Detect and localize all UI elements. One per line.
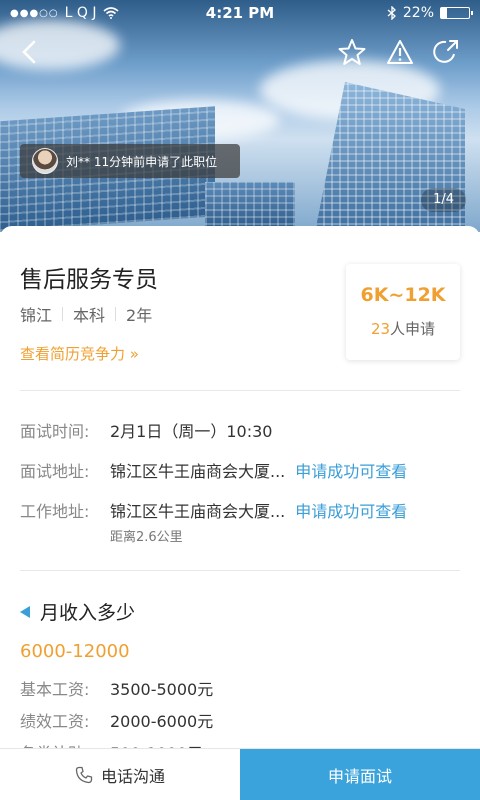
job-experience: 2年	[126, 306, 153, 325]
hero-image[interactable]	[0, 0, 480, 232]
pay-label: 绩效工资:	[20, 712, 90, 731]
job-education: 本科	[73, 306, 106, 325]
income-section-title: 月收入多少	[20, 598, 135, 625]
wifi-icon	[102, 7, 119, 19]
recent-apply-toast: 刘** 11分钟前申请了此职位	[20, 144, 240, 178]
battery-icon	[440, 7, 473, 19]
apply-interview-button[interactable]: 申请面试	[240, 749, 480, 800]
meta-divider	[115, 307, 117, 321]
bluetooth-icon	[387, 6, 396, 20]
distance-text: 距离2.6公里	[110, 530, 183, 545]
salary-range: 6K~12K	[360, 284, 446, 306]
warning-icon[interactable]	[384, 36, 416, 68]
bottom-action-bar: 电话沟通 申请面试	[0, 748, 480, 800]
work-address-row: 工作地址: 锦江区牛王庙商会大厦... 申请成功可查看	[20, 498, 407, 522]
work-address-link[interactable]: 申请成功可查看	[295, 498, 407, 522]
job-location: 锦江	[20, 306, 53, 325]
interview-address-value: 锦江区牛王庙商会大厦...	[110, 462, 286, 481]
divider	[20, 570, 460, 571]
signal-icon: ●●●○○	[10, 7, 59, 19]
divider	[20, 390, 460, 391]
applicant-number: 23	[370, 320, 391, 338]
carrier-name: L Q J	[64, 5, 97, 21]
back-arrow-icon[interactable]	[14, 36, 46, 68]
interview-time-value: 2月1日（周一）10:30	[110, 422, 273, 441]
status-bar: ●●●○○ L Q J 4:21 PM 22%	[0, 0, 480, 26]
phone-icon	[75, 766, 93, 783]
pay-label: 基本工资:	[20, 680, 90, 699]
applicant-suffix: 人申请	[390, 320, 436, 338]
applicant-count: 23人申请	[346, 318, 460, 339]
job-title: 售后服务专员	[20, 267, 158, 293]
job-meta: 锦江 本科 2年	[20, 302, 152, 326]
income-title-text: 月收入多少	[40, 602, 136, 624]
star-icon[interactable]	[336, 36, 368, 68]
toast-text: 刘** 11分钟前申请了此职位	[66, 154, 218, 169]
share-icon[interactable]	[430, 36, 462, 68]
battery-percent: 22%	[402, 5, 434, 21]
work-address-value: 锦江区牛王庙商会大厦...	[110, 502, 286, 521]
call-button-label: 电话沟通	[100, 766, 165, 786]
building-middle	[205, 182, 295, 232]
meta-divider	[62, 307, 64, 321]
avatar	[32, 148, 58, 174]
gallery-page-indicator: 1/4	[421, 188, 466, 212]
income-range: 6000-12000	[20, 641, 130, 662]
interview-time-row: 面试时间: 2月1日（周一）10:30	[20, 418, 272, 442]
call-button[interactable]: 电话沟通	[0, 749, 240, 800]
salary-card: 6K~12K 23人申请	[346, 264, 460, 360]
pay-value: 3500-5000元	[110, 680, 214, 699]
interview-address-label: 面试地址:	[20, 462, 90, 481]
apply-button-label: 申请面试	[327, 766, 392, 786]
resume-competitiveness-link[interactable]: 查看简历竞争力 »	[20, 343, 139, 364]
pay-row: 绩效工资: 2000-6000元	[20, 708, 213, 732]
job-detail-card: 售后服务专员 锦江 本科 2年 查看简历竞争力 » 6K~12K 23人申请 面…	[0, 226, 480, 752]
interview-address-link[interactable]: 申请成功可查看	[295, 458, 407, 482]
work-address-label: 工作地址:	[20, 502, 90, 521]
interview-time-label: 面试时间:	[20, 422, 90, 441]
section-marker-icon	[20, 605, 30, 618]
pay-row: 基本工资: 3500-5000元	[20, 676, 213, 700]
pay-value: 2000-6000元	[110, 712, 214, 731]
interview-address-row: 面试地址: 锦江区牛王庙商会大厦... 申请成功可查看	[20, 458, 407, 482]
